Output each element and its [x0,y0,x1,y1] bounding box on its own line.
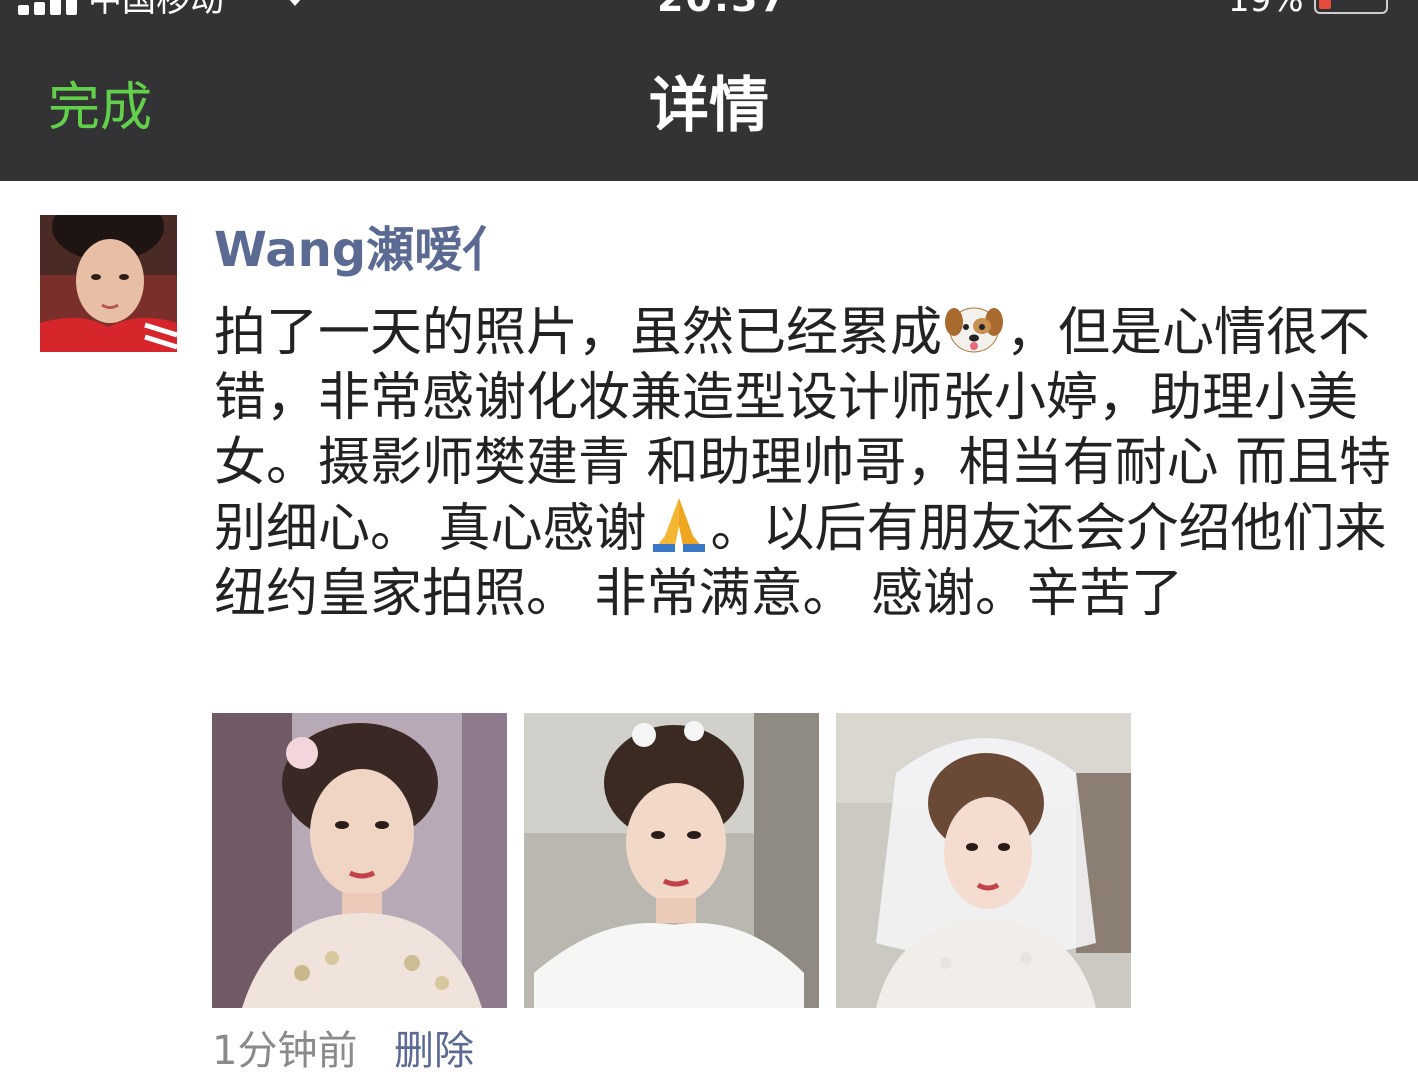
dog-face-emoji [942,300,1006,356]
folded-hands-emoji [647,496,711,552]
top-bar: 中国移动 20:37 19% 完成 详情 [0,0,1418,181]
post-photo-1[interactable] [212,713,507,1008]
battery-percent: 19% [1228,0,1304,18]
battery-icon [1314,0,1388,14]
post-text: 拍了一天的照片，虽然已经累成 ，但是心情很不错，非常感谢化妆兼造型设计师张小婷，… [214,300,1394,627]
post-timestamp: 1分钟前 [212,1028,358,1074]
signal-icon [18,0,77,15]
post-photo-3[interactable] [836,713,1131,1008]
avatar[interactable] [40,215,177,352]
wifi-icon [289,0,301,6]
page-title: 详情 [649,71,769,141]
status-bar: 中国移动 20:37 19% [0,0,1418,18]
post-photo-2[interactable] [524,713,819,1008]
author-name[interactable]: Wang瀬嗳亻 [214,220,510,280]
post-text-part-1: 拍了一天的照片，虽然已经累成 [214,303,943,363]
delete-button[interactable]: 删除 [394,1025,474,1077]
clock: 20:37 [657,0,788,18]
carrier-label: 中国移动 [88,0,224,18]
